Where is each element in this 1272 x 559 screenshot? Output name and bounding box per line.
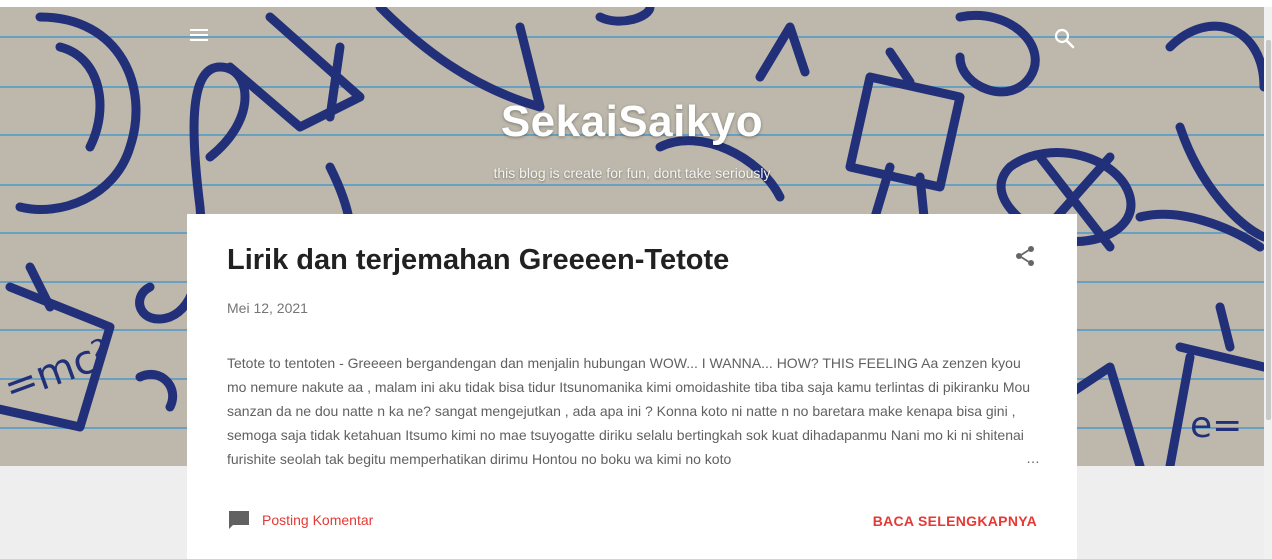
post-snippet: Tetote to tentoten - Greeeen bergandenga… bbox=[227, 351, 1037, 473]
comment-icon bbox=[229, 511, 249, 529]
post-title[interactable]: Lirik dan terjemahan Greeeen-Tetote bbox=[227, 244, 729, 277]
comment-label: Posting Komentar bbox=[262, 512, 374, 528]
svg-text:e=: e= bbox=[1190, 405, 1242, 446]
post-date[interactable]: Mei 12, 2021 bbox=[227, 300, 308, 316]
browser-top-edge bbox=[0, 0, 1272, 7]
search-icon[interactable] bbox=[1052, 26, 1076, 50]
post-snippet-text: Tetote to tentoten - Greeeen bergandenga… bbox=[227, 355, 1031, 467]
share-icon[interactable] bbox=[1013, 244, 1037, 268]
read-more-link[interactable]: BACA SELENGKAPNYA bbox=[873, 513, 1037, 529]
post-card: Lirik dan terjemahan Greeeen-Tetote Mei … bbox=[187, 214, 1077, 559]
snippet-fade bbox=[957, 446, 1037, 472]
scrollbar-thumb[interactable] bbox=[1266, 40, 1271, 420]
post-comment-link[interactable]: Posting Komentar bbox=[227, 508, 373, 532]
snippet-ellipsis: … bbox=[1026, 450, 1040, 466]
blog-description: this blog is create for fun, dont take s… bbox=[493, 165, 771, 181]
blog-title[interactable]: SekaiSaikyo bbox=[0, 97, 1264, 147]
hamburger-menu-icon[interactable] bbox=[187, 24, 211, 46]
